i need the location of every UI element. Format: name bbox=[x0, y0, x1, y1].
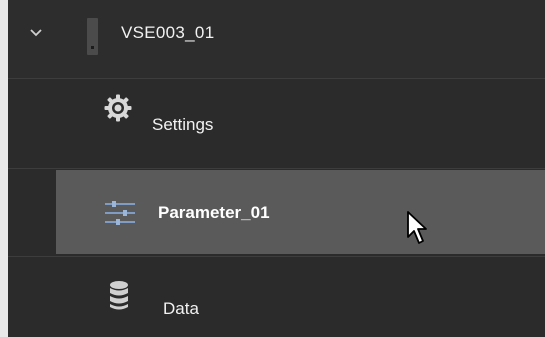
chevron-down-icon[interactable] bbox=[28, 25, 44, 41]
tree-item-label: Parameter_01 bbox=[158, 203, 270, 222]
gear-icon bbox=[104, 94, 132, 122]
tree-item-settings[interactable]: Settings bbox=[8, 80, 545, 168]
device-label: VSE003_01 bbox=[121, 23, 215, 42]
device-module-icon bbox=[87, 18, 98, 55]
divider bbox=[8, 168, 545, 169]
device-tree-panel: VSE003_01 Settings Parameter_01 Data bbox=[8, 0, 545, 337]
tree-item-label: Settings bbox=[152, 115, 214, 134]
tree-item-label: Data bbox=[163, 299, 199, 318]
tree-item-data[interactable]: Data bbox=[8, 258, 545, 337]
mouse-cursor-icon bbox=[407, 211, 427, 244]
database-icon bbox=[110, 281, 128, 310]
divider bbox=[8, 78, 545, 79]
divider bbox=[8, 256, 545, 257]
tree-item-parameter[interactable]: Parameter_01 bbox=[56, 170, 545, 254]
sliders-icon bbox=[105, 201, 135, 225]
tree-item-device[interactable]: VSE003_01 bbox=[8, 0, 545, 78]
